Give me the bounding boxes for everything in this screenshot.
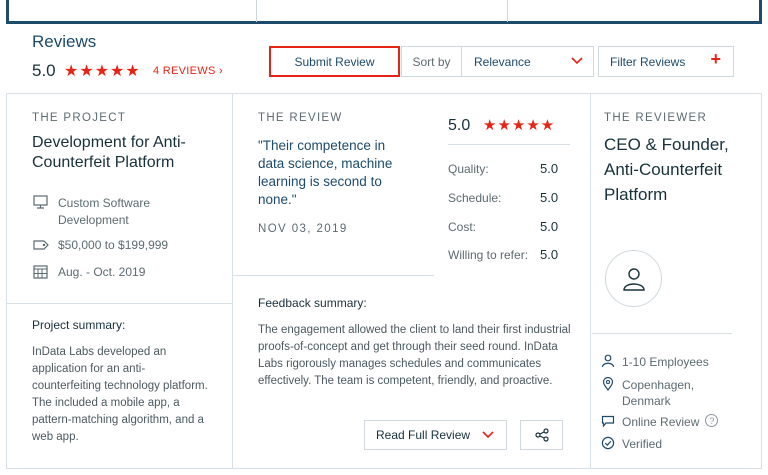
top-divider (507, 0, 508, 22)
review-date: NOV 03, 2019 (258, 223, 348, 235)
top-divider (256, 0, 257, 22)
project-summary-text: InData Labs developed an application for… (32, 346, 208, 443)
column-divider (232, 93, 233, 469)
rating-value: 5.0 (540, 161, 559, 176)
share-button[interactable] (520, 420, 563, 450)
project-service: Custom Software Development (32, 195, 178, 229)
review-score: 5.0 (448, 117, 471, 134)
read-full-review-button[interactable]: Read Full Review (364, 420, 507, 450)
rating-value: 5.0 (540, 219, 559, 234)
price-tag-icon (33, 240, 49, 250)
sort-select[interactable]: Relevance (462, 47, 593, 76)
reviewer-location: Copenhagen, Denmark (601, 377, 712, 409)
sort-dropdown[interactable]: Sort by Relevance (401, 46, 594, 77)
reviewer-employees-text: 1-10 Employees (622, 355, 709, 369)
overall-score: 5.0 (32, 61, 56, 80)
reviews-title: Reviews (32, 32, 97, 51)
rating-value: 5.0 (540, 247, 559, 262)
chevron-down-icon (571, 57, 583, 65)
rating-quality: Quality: 5.0 (448, 161, 568, 176)
rating-cost: Cost: 5.0 (448, 219, 568, 234)
share-icon (534, 428, 549, 442)
chevron-down-icon (482, 431, 494, 439)
project-timeline: Aug. - Oct. 2019 (32, 265, 145, 279)
feedback-text: The engagement allowed the client to lan… (258, 324, 571, 387)
user-icon (622, 267, 645, 291)
project-service-text: Custom Software Development (58, 196, 151, 227)
rating-label: Quality: (448, 162, 489, 176)
divider (6, 303, 232, 304)
chat-bubble-icon (601, 415, 615, 428)
review-stars: ★★★★★ (483, 117, 556, 134)
project-summary-heading: Project summary: (32, 318, 126, 332)
divider (448, 144, 570, 145)
reviews-header: Reviews 5.0 ★★★★★ 4 REVIEWS › Submit Rev… (6, 24, 762, 93)
project-budget: $50,000 to $199,999 (32, 238, 168, 252)
project-caption: THE PROJECT (32, 112, 127, 124)
divider (592, 333, 732, 334)
review-caption: THE REVIEW (258, 112, 343, 124)
filter-reviews-label: Filter Reviews (610, 54, 686, 69)
submit-review-button[interactable]: Submit Review (269, 46, 400, 77)
sort-value: Relevance (474, 54, 531, 69)
rating-label: Cost: (448, 220, 477, 234)
presentation-icon (33, 195, 48, 209)
sort-label: Sort by (402, 47, 462, 76)
review-quote: "Their competence in data science, machi… (258, 138, 393, 207)
reviews-count-link[interactable]: 4 REVIEWS › (153, 65, 223, 77)
divider (232, 275, 434, 276)
read-full-review-label: Read Full Review (376, 428, 471, 442)
help-icon[interactable]: ? (705, 414, 719, 427)
reviewer-title: CEO & Founder, Anti-Counterfeit Platform (604, 135, 729, 204)
rating-label: Schedule: (448, 191, 502, 205)
reviewer-verified: Verified (601, 436, 662, 452)
feedback-heading: Feedback summary: (258, 296, 367, 310)
calendar-icon (33, 265, 48, 279)
overall-stars: ★★★★★ (64, 63, 141, 80)
avatar (605, 250, 662, 307)
check-circle-icon (601, 436, 615, 450)
rating-willing-to-refer: Willing to refer: 5.0 (448, 247, 568, 262)
column-divider (590, 93, 591, 469)
location-pin-icon (602, 377, 614, 391)
project-title: Development for Anti-Counterfeit Platfor… (32, 134, 186, 171)
person-icon (601, 354, 615, 368)
filter-reviews-button[interactable]: Filter Reviews + (598, 46, 734, 77)
top-border (0, 0, 768, 24)
reviewer-employees: 1-10 Employees (601, 354, 709, 370)
rating-schedule: Schedule: 5.0 (448, 190, 568, 205)
reviewer-review-type: Online Review ? (601, 414, 719, 430)
reviewer-location-text: Copenhagen, Denmark (622, 378, 695, 408)
reviewer-review-type-text: Online Review (622, 415, 700, 429)
plus-icon: + (710, 49, 721, 69)
reviewer-verified-text: Verified (622, 437, 663, 451)
rating-label: Willing to refer: (448, 248, 529, 262)
project-timeline-text: Aug. - Oct. 2019 (58, 265, 146, 279)
rating-value: 5.0 (540, 190, 559, 205)
reviewer-caption: THE REVIEWER (604, 112, 708, 124)
project-budget-text: $50,000 to $199,999 (58, 238, 169, 252)
